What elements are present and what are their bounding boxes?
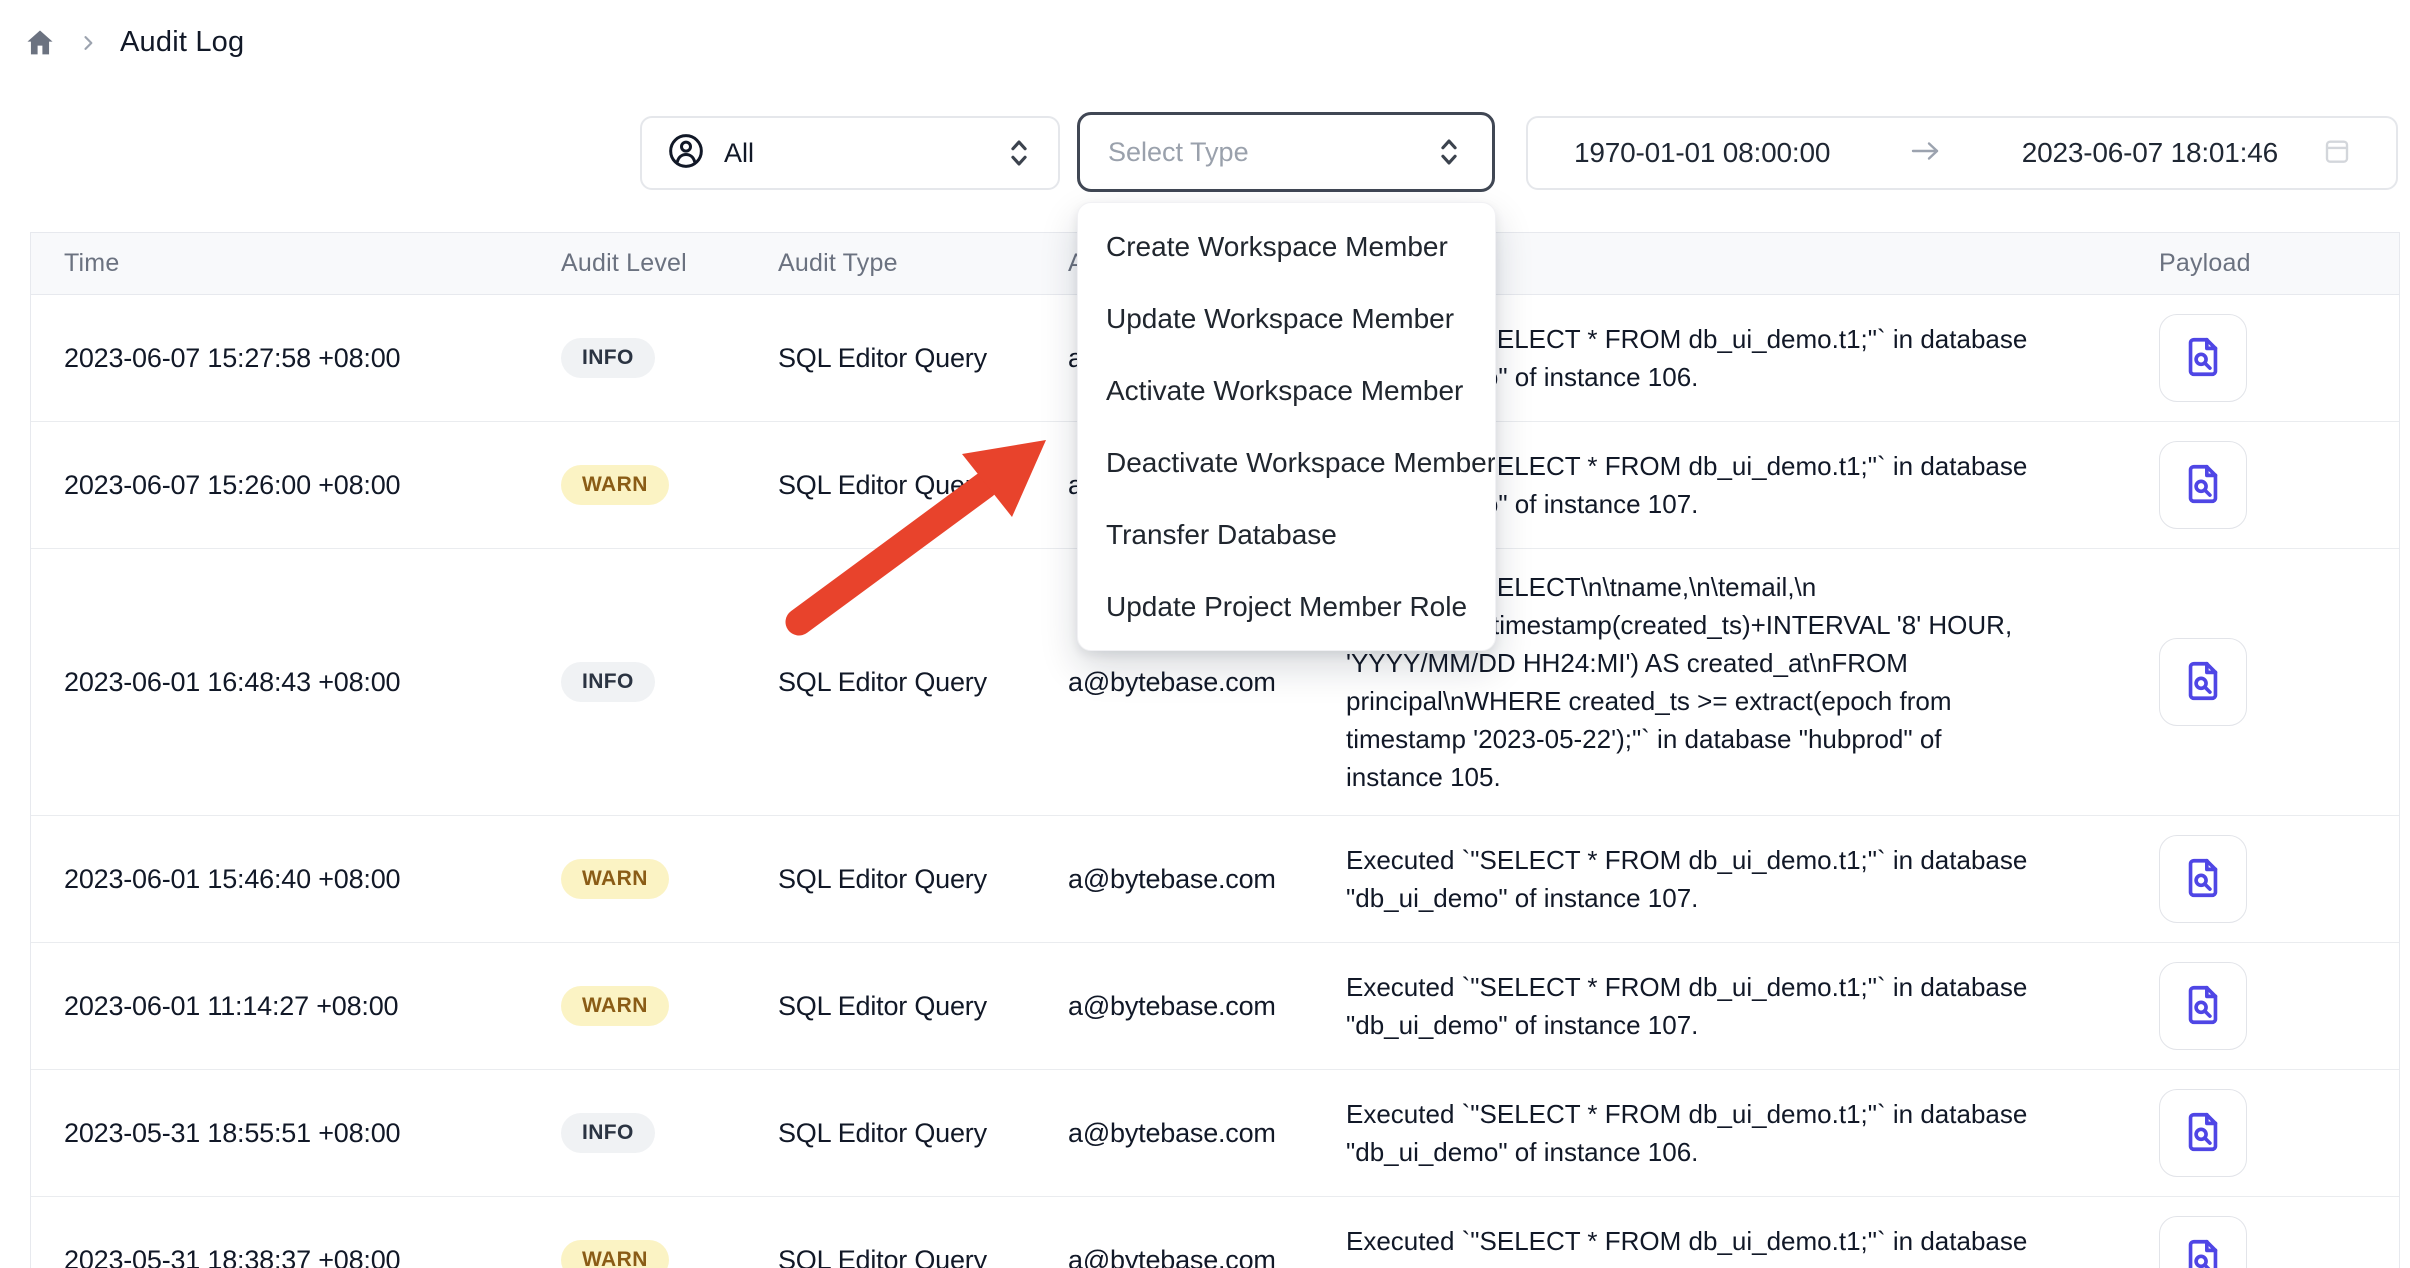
audit-level-badge: WARN (561, 859, 669, 899)
person-circle-icon (666, 131, 706, 176)
row-time: 2023-06-07 15:27:58 +08:00 (31, 343, 561, 374)
row-audit-type: SQL Editor Query (778, 667, 1068, 698)
dropdown-item[interactable]: Create Workspace Member (1078, 211, 1495, 283)
payload-view-button[interactable] (2159, 638, 2247, 726)
row-actor: a@bytebase.com (1068, 667, 1346, 698)
audit-level-badge: WARN (561, 1240, 669, 1268)
column-header-time: Time (31, 249, 561, 278)
column-header-audit-level: Audit Level (561, 249, 778, 278)
breadcrumb: Audit Log (24, 26, 244, 59)
row-comment: Executed `"SELECT * FROM db_ui_demo.t1;"… (1346, 1222, 2159, 1268)
row-audit-type: SQL Editor Query (778, 864, 1068, 895)
file-search-icon (2180, 855, 2226, 904)
row-comment: Executed `"SELECT * FROM db_ui_demo.t1;"… (1346, 968, 2159, 1044)
payload-view-button[interactable] (2159, 835, 2247, 923)
row-actor: a@bytebase.com (1068, 1245, 1346, 1268)
column-header-payload: Payload (2159, 249, 2401, 278)
dropdown-item[interactable]: Transfer Database (1078, 499, 1495, 571)
audit-level-badge: WARN (561, 986, 669, 1026)
audit-level-badge: INFO (561, 1113, 655, 1153)
row-actor: a@bytebase.com (1068, 864, 1346, 895)
type-filter-select[interactable]: Select Type (1077, 112, 1495, 192)
dropdown-item[interactable]: Update Project Member Role (1078, 571, 1495, 643)
row-audit-type: SQL Editor Query (778, 991, 1068, 1022)
actor-filter-select[interactable]: All (640, 116, 1060, 190)
row-comment: Executed `"SELECT * FROM db_ui_demo.t1;"… (1346, 1095, 2159, 1171)
table-row: 2023-05-31 18:55:51 +08:00 INFO SQL Edit… (31, 1070, 2399, 1197)
payload-view-button[interactable] (2159, 1216, 2247, 1268)
row-audit-type: SQL Editor Query (778, 343, 1068, 374)
row-actor: a@bytebase.com (1068, 1118, 1346, 1149)
column-header-audit-type: Audit Type (778, 249, 1068, 278)
type-select-dropdown: Create Workspace Member Update Workspace… (1077, 202, 1496, 651)
actor-filter-value: All (724, 138, 754, 169)
date-range-end: 2023-06-07 18:01:46 (2022, 137, 2278, 169)
row-audit-type: SQL Editor Query (778, 470, 1068, 501)
payload-view-button[interactable] (2159, 314, 2247, 402)
row-time: 2023-06-01 15:46:40 +08:00 (31, 864, 561, 895)
file-search-icon (2180, 1109, 2226, 1158)
row-time: 2023-06-01 16:48:43 +08:00 (31, 667, 561, 698)
payload-view-button[interactable] (2159, 962, 2247, 1050)
table-row: 2023-05-31 18:38:37 +08:00 WARN SQL Edit… (31, 1197, 2399, 1268)
date-range-picker[interactable]: 1970-01-01 08:00:00 2023-06-07 18:01:46 (1526, 116, 2398, 190)
audit-level-badge: INFO (561, 662, 655, 702)
dropdown-item[interactable]: Activate Workspace Member (1078, 355, 1495, 427)
calendar-icon (2322, 135, 2352, 172)
arrow-right-icon (1830, 138, 2022, 169)
home-icon[interactable] (24, 27, 56, 59)
file-search-icon (2180, 658, 2226, 707)
date-range-start: 1970-01-01 08:00:00 (1574, 137, 1830, 169)
file-search-icon (2180, 334, 2226, 383)
select-chevrons-icon (1004, 136, 1034, 170)
dropdown-item[interactable]: Deactivate Workspace Member (1078, 427, 1495, 499)
chevron-right-icon (78, 33, 98, 53)
row-time: 2023-06-01 11:14:27 +08:00 (31, 991, 561, 1022)
select-chevrons-icon (1434, 135, 1464, 169)
row-audit-type: SQL Editor Query (778, 1118, 1068, 1149)
file-search-icon (2180, 461, 2226, 510)
page-title: Audit Log (120, 26, 244, 59)
payload-view-button[interactable] (2159, 1089, 2247, 1177)
audit-level-badge: WARN (561, 465, 669, 505)
type-filter-placeholder: Select Type (1108, 137, 1249, 168)
payload-view-button[interactable] (2159, 441, 2247, 529)
row-actor: a@bytebase.com (1068, 991, 1346, 1022)
file-search-icon (2180, 982, 2226, 1031)
row-audit-type: SQL Editor Query (778, 1245, 1068, 1268)
row-comment: Executed `"SELECT * FROM db_ui_demo.t1;"… (1346, 841, 2159, 917)
row-time: 2023-06-07 15:26:00 +08:00 (31, 470, 561, 501)
file-search-icon (2180, 1236, 2226, 1268)
audit-level-badge: INFO (561, 338, 655, 378)
table-row: 2023-06-01 11:14:27 +08:00 WARN SQL Edit… (31, 943, 2399, 1070)
row-time: 2023-05-31 18:55:51 +08:00 (31, 1118, 561, 1149)
row-time: 2023-05-31 18:38:37 +08:00 (31, 1245, 561, 1268)
table-row: 2023-06-01 15:46:40 +08:00 WARN SQL Edit… (31, 816, 2399, 943)
dropdown-item[interactable]: Update Workspace Member (1078, 283, 1495, 355)
